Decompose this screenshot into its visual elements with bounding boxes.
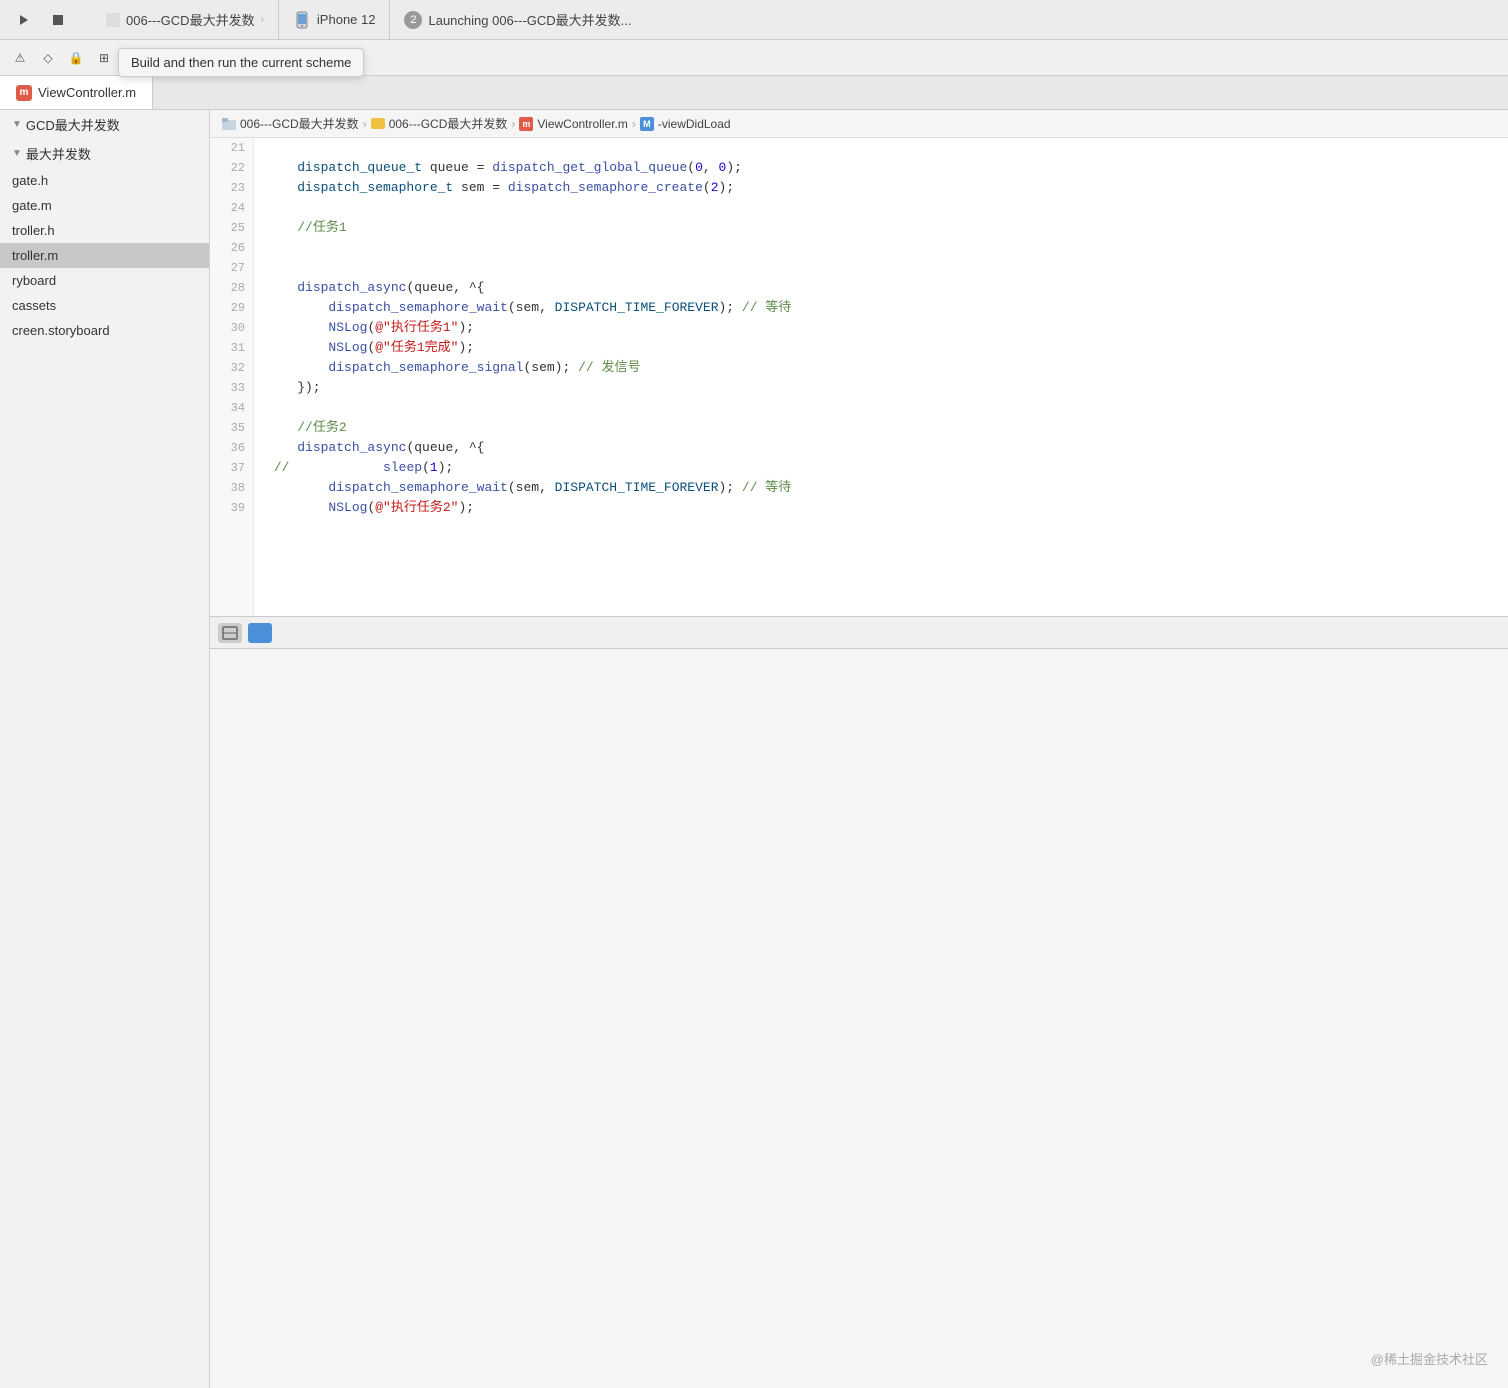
- code-line-38: dispatch_semaphore_wait (sem, DISPATCH_T…: [266, 478, 1508, 498]
- code-line-29: dispatch_semaphore_wait (sem, DISPATCH_T…: [266, 298, 1508, 318]
- tab-project-label: 006---GCD最大并发数: [126, 10, 255, 29]
- toolbar-bookmark-icon[interactable]: ◇: [36, 46, 60, 70]
- layout-icon: [222, 626, 238, 640]
- toolbar-warning-icon[interactable]: ⚠: [8, 46, 32, 70]
- line-num-26: 26: [210, 238, 245, 258]
- code-line-34: [266, 398, 1508, 418]
- bottom-icon-blue[interactable]: [248, 623, 272, 643]
- run-button[interactable]: [10, 6, 38, 34]
- breadcrumb-project2[interactable]: 006---GCD最大并发数: [389, 115, 508, 132]
- iphone-label: iPhone 12: [317, 12, 376, 27]
- editor-tab-viewcontroller[interactable]: m ViewController.m: [0, 76, 153, 109]
- editor-tab-label: ViewController.m: [38, 85, 136, 100]
- tab-chevron: ›: [261, 14, 264, 25]
- tab-m-icon: m: [16, 85, 32, 101]
- line-num-22: 22: [210, 158, 245, 178]
- code-line-36: dispatch_async (queue, ^{: [266, 438, 1508, 458]
- line-num-34: 34: [210, 398, 245, 418]
- line-num-31: 31: [210, 338, 245, 358]
- main-layout: ▼ GCD最大并发数 ▼ 最大并发数 gate.h gate.m troller…: [0, 110, 1508, 1388]
- launch-label: Launching 006---GCD最大并发数...: [428, 10, 631, 29]
- line-num-32: 32: [210, 358, 245, 378]
- tooltip: Build and then run the current scheme: [118, 48, 364, 77]
- watermark: @稀土掘金技术社区: [1371, 1349, 1488, 1368]
- breadcrumb-project-icon: [222, 118, 236, 130]
- project-folder-icon: [222, 118, 236, 130]
- line-num-38: 38: [210, 478, 245, 498]
- breadcrumb-sep3: ›: [632, 117, 636, 131]
- code-line-28: dispatch_async (queue, ^{: [266, 278, 1508, 298]
- code-line-37: // sleep ( 1 );: [266, 458, 1508, 478]
- line-num-36: 36: [210, 438, 245, 458]
- code-line-21: [266, 138, 1508, 158]
- bottom-panel: @稀土掘金技术社区: [210, 648, 1508, 1388]
- breadcrumb-folder-icon: [371, 118, 385, 129]
- code-line-26: [266, 238, 1508, 258]
- code-line-33: });: [266, 378, 1508, 398]
- sidebar-item-3[interactable]: gate.m: [0, 193, 209, 218]
- sidebar: ▼ GCD最大并发数 ▼ 最大并发数 gate.h gate.m troller…: [0, 110, 210, 1388]
- line-num-37: 37: [210, 458, 245, 478]
- breadcrumb-filename[interactable]: ViewController.m: [537, 117, 627, 131]
- bottom-toolbar: [210, 616, 1508, 648]
- iphone-icon: [293, 11, 311, 29]
- code-lines: dispatch_queue_t queue = dispatch_get_gl…: [254, 138, 1508, 616]
- titlebar: 006---GCD最大并发数 › iPhone 12 2 Launching 0…: [0, 0, 1508, 40]
- sidebar-arrow-1: ▼: [12, 148, 22, 159]
- stop-button[interactable]: [44, 6, 72, 34]
- sidebar-arrow-0: ▼: [12, 119, 22, 130]
- sidebar-item-8[interactable]: creen.storyboard: [0, 318, 209, 343]
- breadcrumb-m-icon: m: [519, 117, 533, 131]
- line-num-23: 23: [210, 178, 245, 198]
- sidebar-item-4[interactable]: troller.h: [0, 218, 209, 243]
- titlebar-controls: [10, 6, 72, 34]
- code-line-35: //任务2: [266, 418, 1508, 438]
- line-num-24: 24: [210, 198, 245, 218]
- line-num-29: 29: [210, 298, 245, 318]
- code-line-30: NSLog ( @"执行任务1" );: [266, 318, 1508, 338]
- line-num-30: 30: [210, 318, 245, 338]
- code-line-39: NSLog ( @"执行任务2" );: [266, 498, 1508, 518]
- code-line-27: [266, 258, 1508, 278]
- sidebar-item-2[interactable]: gate.h: [0, 168, 209, 193]
- line-num-28: 28: [210, 278, 245, 298]
- panel-icon: [253, 626, 267, 640]
- code-line-22: dispatch_queue_t queue = dispatch_get_gl…: [266, 158, 1508, 178]
- code-line-23: dispatch_semaphore_t sem = dispatch_sema…: [266, 178, 1508, 198]
- sidebar-item-1[interactable]: ▼ 最大并发数: [0, 139, 209, 168]
- code-editor[interactable]: 21 22 23 24 25 26 27 28 29 30 31 32 33 3…: [210, 138, 1508, 616]
- content-area: 006---GCD最大并发数 › 006---GCD最大并发数 › m View…: [210, 110, 1508, 1388]
- tab-launch: 2 Launching 006---GCD最大并发数...: [390, 0, 645, 39]
- sidebar-item-0[interactable]: ▼ GCD最大并发数: [0, 110, 209, 139]
- line-num-33: 33: [210, 378, 245, 398]
- toolbar-grid-icon[interactable]: ⊞: [92, 46, 116, 70]
- breadcrumb-method[interactable]: -viewDidLoad: [658, 117, 731, 131]
- line-num-39: 39: [210, 498, 245, 518]
- code-line-32: dispatch_semaphore_signal (sem); // 发信号: [266, 358, 1508, 378]
- line-numbers: 21 22 23 24 25 26 27 28 29 30 31 32 33 3…: [210, 138, 254, 616]
- breadcrumb-project1[interactable]: 006---GCD最大并发数: [240, 115, 359, 132]
- breadcrumb-sep2: ›: [511, 117, 515, 131]
- sidebar-item-6[interactable]: ryboard: [0, 268, 209, 293]
- breadcrumb-sep1: ›: [363, 117, 367, 131]
- bottom-icon-layout[interactable]: [218, 623, 242, 643]
- breadcrumb-method-icon: M: [640, 117, 654, 131]
- sidebar-item-5[interactable]: troller.m: [0, 243, 209, 268]
- line-num-35: 35: [210, 418, 245, 438]
- code-line-24: [266, 198, 1508, 218]
- sidebar-item-7[interactable]: cassets: [0, 293, 209, 318]
- line-num-21: 21: [210, 138, 245, 158]
- tab-iphone[interactable]: iPhone 12: [279, 0, 391, 39]
- tab-project[interactable]: 006---GCD最大并发数 ›: [92, 0, 279, 39]
- project-icon: [106, 13, 120, 27]
- breadcrumb: 006---GCD最大并发数 › 006---GCD最大并发数 › m View…: [210, 110, 1508, 138]
- toolbar-lock-icon[interactable]: 🔒: [64, 46, 88, 70]
- line-num-25: 25: [210, 218, 245, 238]
- line-num-27: 27: [210, 258, 245, 278]
- tab-bar: m ViewController.m: [0, 76, 1508, 110]
- title-tabs: 006---GCD最大并发数 › iPhone 12 2 Launching 0…: [92, 0, 646, 39]
- code-line-25: //任务1: [266, 218, 1508, 238]
- code-line-31: NSLog ( @"任务1完成" );: [266, 338, 1508, 358]
- launch-badge: 2: [404, 11, 422, 29]
